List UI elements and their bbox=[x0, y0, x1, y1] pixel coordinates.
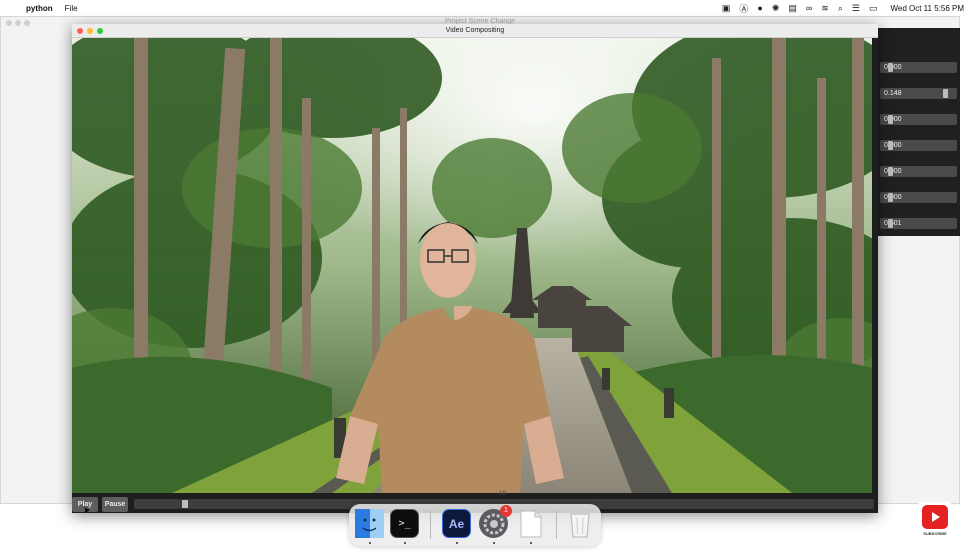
parameter-slider[interactable]: 0.000 bbox=[880, 114, 957, 125]
menubar-clock[interactable]: Wed Oct 11 5:56 PM bbox=[890, 4, 964, 13]
dock: >_ Ae 1 bbox=[349, 504, 601, 546]
running-indicator bbox=[530, 542, 532, 544]
parameter-slider[interactable]: 0.601 bbox=[880, 218, 957, 229]
menu-bar: python File ▣ Ⓐ ● ✺ ▤ ∞ ≋ ⌕ ☰ ▭ Wed Oct … bbox=[0, 0, 970, 16]
running-indicator bbox=[493, 542, 495, 544]
slider-thumb[interactable] bbox=[942, 89, 948, 98]
display-icon[interactable]: ▭ bbox=[869, 3, 878, 14]
finder-icon[interactable] bbox=[355, 509, 384, 538]
slider-thumb[interactable] bbox=[888, 219, 893, 228]
frame-counter: 19 bbox=[499, 491, 506, 497]
window-titlebar[interactable]: Video Compositing bbox=[72, 24, 878, 38]
subscribe-badge[interactable]: SUBSCRIBE bbox=[918, 502, 952, 538]
slider-value: 0.148 bbox=[884, 90, 902, 97]
slider-thumb[interactable] bbox=[888, 193, 893, 202]
parameter-slider-panel: 0.000 0.148 0.000 0.000 0.000 0.000 0.601 bbox=[877, 28, 960, 236]
app-menu-python[interactable]: python bbox=[26, 4, 53, 13]
search-icon[interactable]: ⌕ bbox=[838, 3, 843, 14]
video-frame bbox=[72, 38, 872, 493]
forest-scene-image bbox=[72, 38, 872, 493]
parameter-slider[interactable]: 0.000 bbox=[880, 166, 957, 177]
slider-thumb[interactable] bbox=[888, 115, 893, 124]
terminal-icon[interactable]: >_ bbox=[390, 509, 419, 538]
parameter-slider[interactable]: 0.000 bbox=[880, 140, 957, 151]
document-icon[interactable] bbox=[516, 509, 545, 538]
mouse-cursor-icon: ➤ bbox=[83, 505, 91, 515]
running-indicator bbox=[369, 542, 371, 544]
status-area: ▣ Ⓐ ● ✺ ▤ ∞ ≋ ⌕ ☰ ▭ Wed Oct 11 5:56 PM bbox=[722, 2, 964, 15]
loading-icon[interactable]: ✺ bbox=[772, 3, 780, 14]
pause-button[interactable]: Pause bbox=[102, 497, 128, 512]
parameter-slider[interactable]: 0.000 bbox=[880, 62, 957, 73]
dock-separator bbox=[430, 511, 431, 539]
running-indicator bbox=[456, 542, 458, 544]
frame-slider-thumb[interactable] bbox=[182, 500, 188, 508]
video-compositing-window: Video Compositing Play Pause 19 bbox=[72, 24, 878, 513]
running-indicator bbox=[404, 542, 406, 544]
wifi-icon[interactable]: ≋ bbox=[821, 3, 829, 14]
youtube-icon bbox=[922, 505, 948, 529]
infinity-icon[interactable]: ∞ bbox=[806, 3, 812, 13]
control-center-icon[interactable]: ☰ bbox=[852, 3, 860, 14]
menu-file[interactable]: File bbox=[65, 4, 78, 13]
subscribe-label: SUBSCRIBE bbox=[923, 531, 947, 536]
dock-separator bbox=[556, 511, 557, 539]
slider-thumb[interactable] bbox=[888, 63, 893, 72]
d-circle-icon[interactable]: ● bbox=[757, 3, 762, 13]
notification-badge: 1 bbox=[500, 505, 512, 517]
a-circle-icon[interactable]: Ⓐ bbox=[739, 2, 748, 15]
parameter-slider[interactable]: 0.000 bbox=[880, 192, 957, 203]
system-settings-icon[interactable]: 1 bbox=[479, 505, 512, 538]
slider-thumb[interactable] bbox=[888, 167, 893, 176]
us-flag-icon[interactable]: ▤ bbox=[788, 3, 797, 14]
after-effects-icon[interactable]: Ae bbox=[442, 509, 471, 538]
screen-record-icon[interactable]: ▣ bbox=[722, 3, 731, 14]
slider-thumb[interactable] bbox=[888, 141, 893, 150]
window-title: Video Compositing bbox=[445, 27, 505, 34]
parameter-slider[interactable]: 0.148 bbox=[880, 88, 957, 99]
trash-icon[interactable] bbox=[565, 509, 594, 538]
